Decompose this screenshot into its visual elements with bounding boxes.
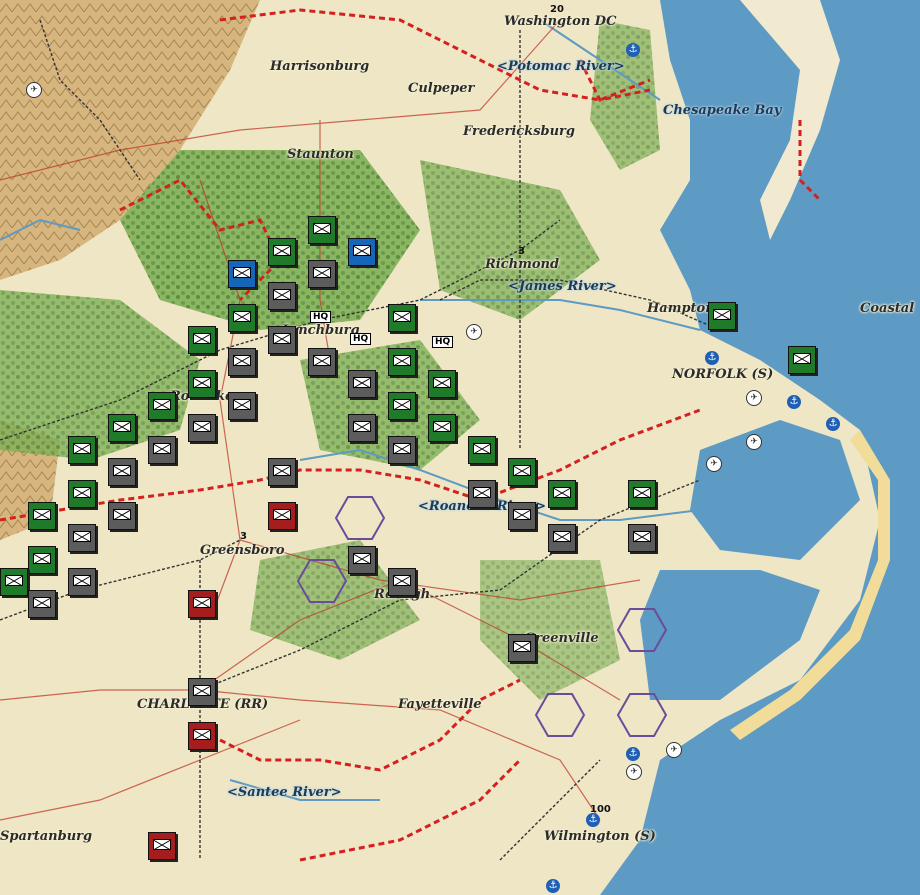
unit-counter[interactable] [228,260,256,288]
terrain-layer [0,0,920,895]
unit-counter[interactable] [708,302,736,330]
city-label[interactable]: NORFOLK (S) [672,367,773,382]
city-label[interactable]: Staunton [287,147,354,162]
hq-marker[interactable]: HQ [310,311,332,323]
city-label[interactable]: Harrisonburg [270,59,369,74]
unit-counter[interactable] [68,524,96,552]
unit-counter[interactable] [348,414,376,442]
unit-counter[interactable] [28,546,56,574]
unit-counter[interactable] [148,832,176,860]
hq-marker[interactable]: HQ [432,336,454,348]
city-label[interactable]: Washington DC [504,14,616,29]
unit-counter[interactable] [68,436,96,464]
city-label[interactable]: Hampton [647,301,715,316]
unit-counter[interactable] [188,414,216,442]
port-anchor-icon[interactable]: ⚓ [787,395,801,409]
unit-counter[interactable] [388,568,416,596]
unit-counter[interactable] [228,348,256,376]
unit-counter[interactable] [628,480,656,508]
port-anchor-icon[interactable]: ⚓ [586,813,600,827]
airfield-icon[interactable]: ✈ [466,324,482,340]
unit-counter[interactable] [28,502,56,530]
supply-badge: 3 [518,246,525,257]
unit-counter[interactable] [188,370,216,398]
supply-badge: 20 [550,4,564,15]
unit-counter[interactable] [68,568,96,596]
unit-counter[interactable] [308,216,336,244]
unit-counter[interactable] [388,392,416,420]
unit-counter[interactable] [308,348,336,376]
city-label[interactable]: Coastal [860,301,914,316]
unit-counter[interactable] [68,480,96,508]
game-map[interactable]: Washington DC Harrisonburg Culpeper Fred… [0,0,920,895]
city-label[interactable]: Spartanburg [0,829,92,844]
unit-counter[interactable] [108,458,136,486]
water-label: <Potomac River> [497,59,625,74]
city-label[interactable]: Fayetteville [398,697,482,712]
city-label[interactable]: Richmond [485,257,559,272]
unit-counter[interactable] [228,304,256,332]
unit-counter[interactable] [0,568,28,596]
airfield-icon[interactable]: ✈ [746,434,762,450]
port-anchor-icon[interactable]: ⚓ [705,351,719,365]
city-label[interactable]: Greensboro [200,543,285,558]
airfield-icon[interactable]: ✈ [626,764,642,780]
unit-counter[interactable] [388,304,416,332]
water-label: Chesapeake Bay [663,103,782,118]
unit-counter[interactable] [148,392,176,420]
unit-counter[interactable] [308,260,336,288]
unit-counter[interactable] [468,436,496,464]
water-label: <Santee River> [227,785,342,800]
airfield-icon[interactable]: ✈ [706,456,722,472]
unit-counter[interactable] [548,524,576,552]
unit-counter[interactable] [188,590,216,618]
unit-counter[interactable] [188,678,216,706]
unit-counter[interactable] [108,502,136,530]
unit-counter[interactable] [268,326,296,354]
unit-counter[interactable] [268,502,296,530]
unit-counter[interactable] [508,458,536,486]
unit-counter[interactable] [428,370,456,398]
city-label[interactable]: Wilmington (S) [544,829,656,844]
city-label[interactable]: Culpeper [408,81,474,96]
water-label: <James River> [508,279,617,294]
unit-counter[interactable] [108,414,136,442]
unit-counter[interactable] [468,480,496,508]
hq-marker[interactable]: HQ [350,333,372,345]
unit-counter[interactable] [428,414,456,442]
unit-counter[interactable] [388,436,416,464]
unit-counter[interactable] [548,480,576,508]
airfield-icon[interactable]: ✈ [666,742,682,758]
airfield-icon[interactable]: ✈ [26,82,42,98]
port-anchor-icon[interactable]: ⚓ [626,747,640,761]
unit-counter[interactable] [268,238,296,266]
unit-counter[interactable] [508,634,536,662]
unit-counter[interactable] [508,502,536,530]
unit-counter[interactable] [628,524,656,552]
port-anchor-icon[interactable]: ⚓ [626,43,640,57]
unit-counter[interactable] [188,326,216,354]
unit-counter[interactable] [148,436,176,464]
unit-counter[interactable] [348,238,376,266]
port-anchor-icon[interactable]: ⚓ [546,879,560,893]
unit-counter[interactable] [228,392,256,420]
airfield-icon[interactable]: ✈ [746,390,762,406]
unit-counter[interactable] [348,546,376,574]
unit-counter[interactable] [388,348,416,376]
city-label[interactable]: Fredericksburg [463,124,575,139]
unit-counter[interactable] [788,346,816,374]
supply-badge: 3 [240,531,247,542]
unit-counter[interactable] [188,722,216,750]
unit-counter[interactable] [268,458,296,486]
unit-counter[interactable] [348,370,376,398]
port-anchor-icon[interactable]: ⚓ [826,417,840,431]
unit-counter[interactable] [268,282,296,310]
unit-counter[interactable] [28,590,56,618]
